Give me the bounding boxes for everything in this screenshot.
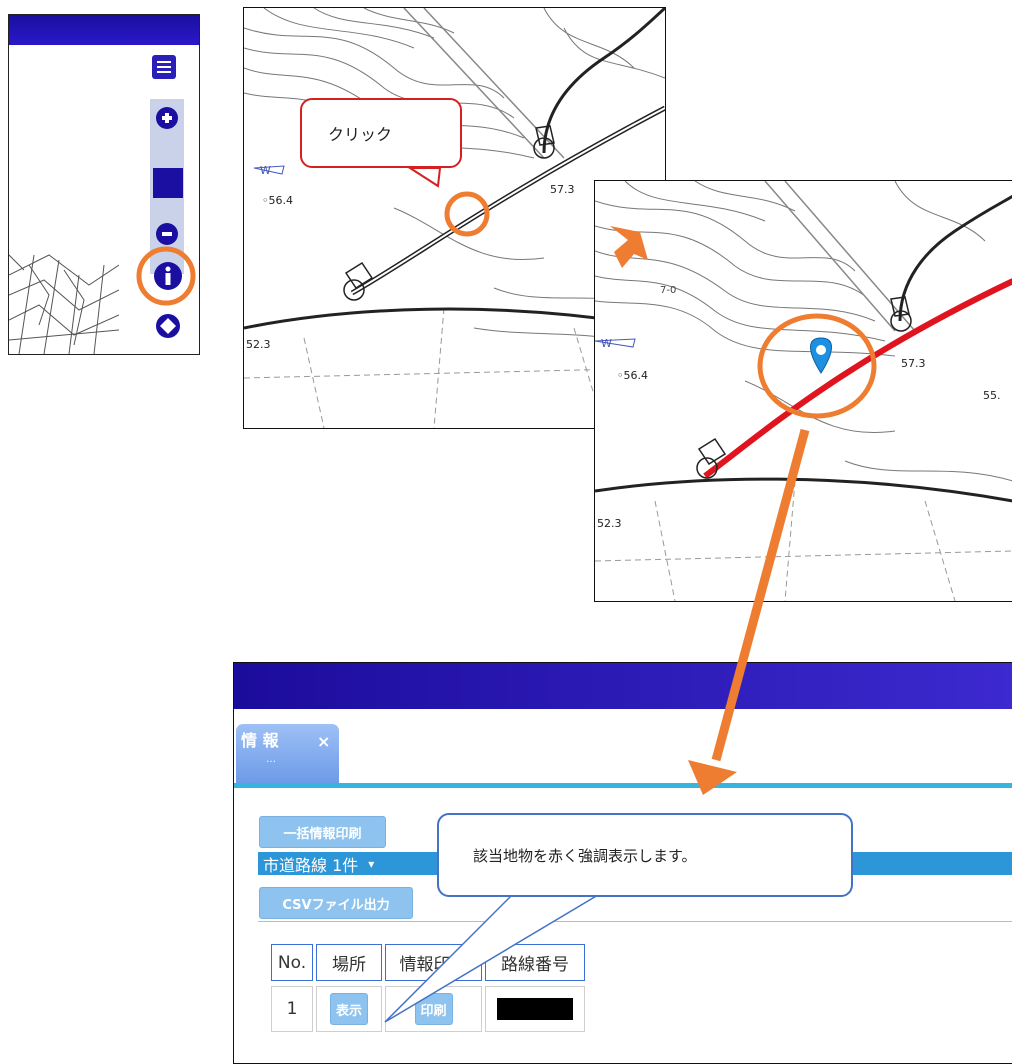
zoom-out-icon [156,223,178,245]
chevron-down-icon: ▾ [368,856,375,871]
table-header-info-print: 情報印刷 [385,944,482,981]
layers-icon [156,314,180,338]
map-elevation-label: ◦56.4 [617,369,648,382]
route-dropdown-label: 市道路線 1件 [263,855,359,875]
street-map-thumbnail [9,254,119,354]
menu-icon [157,61,171,73]
map-toolbar-panel [8,14,200,355]
table-cell-location: 表示 [316,986,382,1032]
zoom-slider-handle[interactable] [153,168,183,198]
map-contour-label: 7-0 [660,285,676,296]
highlight-callout: 該当地物を赤く強調表示します。 [437,813,853,897]
map-elevation-label: 57.3 [550,183,575,196]
location-pin-icon [810,337,832,374]
show-location-button[interactable]: 表示 [330,993,368,1025]
table-header-no: No. [271,944,313,981]
map-after-click[interactable]: 7-0 W ◦56.4 57.3 55. 52.3 [594,180,1012,602]
click-callout: クリック [300,98,462,168]
tab-divider [234,783,1012,788]
table-header-route-number: 路線番号 [485,944,585,981]
table-header-location: 場所 [316,944,382,981]
map-elevation-label: ◦56.4 [262,194,293,207]
redacted-route-number [497,998,573,1020]
map-elevation-label: 52.3 [597,517,622,530]
info-button[interactable] [153,261,183,291]
menu-button[interactable] [152,55,176,79]
tab-info-label: 情 報 [241,731,279,750]
app-header [234,663,1012,709]
tab-sub-label: … [266,754,276,765]
csv-export-button[interactable]: CSVファイル出力 [259,887,413,919]
map-water-label: W [260,164,271,177]
zoom-in-button[interactable] [155,106,179,130]
print-button[interactable]: 印刷 [414,993,453,1025]
tab-info[interactable]: 情 報 × … [236,724,339,784]
table-cell-no: 1 [271,986,313,1032]
tab-close-icon[interactable]: × [317,732,330,751]
layers-button[interactable] [155,313,181,339]
topographic-map-highlighted: 7-0 W ◦56.4 57.3 55. 52.3 [595,181,1012,601]
toolbar-header [9,15,199,45]
map-elevation-label: 55. [983,389,1001,402]
map-elevation-label: 57.3 [901,357,926,370]
zoom-out-button[interactable] [155,222,179,246]
section-divider [258,921,1012,922]
map-elevation-label: 52.3 [246,338,271,351]
info-icon [154,262,182,290]
zoom-in-icon [156,107,178,129]
bulk-print-button[interactable]: 一括情報印刷 [259,816,386,848]
map-water-label: W [601,337,612,350]
table-cell-route-number [485,986,585,1032]
highlighted-route [703,278,1012,479]
table-cell-print: 印刷 [385,986,482,1032]
